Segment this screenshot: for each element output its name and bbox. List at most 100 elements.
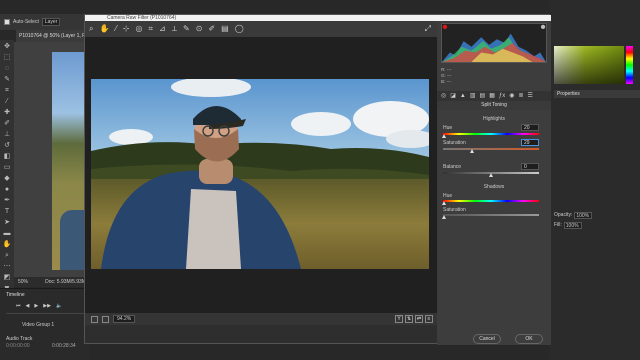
zoom-level-select[interactable]: 94.2% [113, 315, 136, 323]
crop-icon[interactable]: ⌗ [148, 21, 153, 37]
status-zoom: 50% [18, 279, 29, 285]
gradient-tool-icon[interactable]: ▭ [3, 163, 12, 172]
properties-tab[interactable]: Properties [554, 90, 640, 98]
video-group-label: Video Group 1 [22, 322, 55, 328]
shape-tool-icon[interactable]: ▬ [3, 229, 12, 238]
audio-icon[interactable]: 🔈 [56, 303, 62, 309]
color-sampler-icon[interactable]: ⊹ [123, 21, 130, 37]
marquee-tool-icon[interactable]: ⬚ [3, 53, 12, 62]
pen-tool-icon[interactable]: ✒ [3, 196, 12, 205]
opacity-label: Opacity: [554, 212, 573, 218]
highlights-hue-slider[interactable] [443, 133, 539, 135]
dialog-toolbar: ⌕ ✋ ⁄ ⊹ ◎ ⌗ ⊿ ⟂ ✎ ⊙ ✐ ▤ ◯ ⤢ [85, 21, 437, 37]
adjustment-brush-icon[interactable]: ✐ [208, 21, 215, 37]
panel-title: Split Toning [437, 101, 551, 110]
image-preview[interactable] [85, 37, 437, 313]
b-value: --- [446, 79, 452, 84]
crop-tool-icon[interactable]: ⌗ [3, 86, 12, 95]
hand-icon[interactable]: ✋ [99, 21, 109, 37]
zoom-icon[interactable]: ⌕ [89, 21, 93, 37]
preview-toggle-icon[interactable]: ≡ [425, 315, 433, 323]
go-to-first-frame-icon[interactable]: ⏮ [16, 303, 21, 309]
layer-select[interactable]: Layer [41, 18, 61, 26]
toolbar: ✥ ⬚ ◌ ✎ ⌗ ⁄ ✚ ✐ ⊥ ↺ ◧ ▭ ◆ ● ✒ T ➤ ▬ ✋ ⌕ … [0, 40, 14, 303]
layer-opacity-controls: Opacity: 100% Fill: 100% [554, 210, 640, 240]
lens-corrections-icon[interactable]: ▦ [489, 91, 495, 101]
audio-track-label: Audio Track [6, 336, 33, 342]
presets-icon[interactable]: ≣ [518, 91, 523, 101]
quick-select-icon[interactable]: ✎ [3, 75, 12, 84]
color-swatches-icon[interactable]: ◩ [3, 273, 12, 282]
dodge-tool-icon[interactable]: ● [3, 185, 12, 194]
next-frame-icon[interactable]: ▶▶ [43, 303, 51, 309]
white-balance-icon[interactable]: ⁄ [115, 21, 116, 37]
tone-curve-icon[interactable]: ◪ [450, 91, 456, 101]
shadows-heading: Shadows [483, 184, 505, 190]
target-adjust-icon[interactable]: ◎ [136, 21, 143, 37]
highlights-saturation-thumb[interactable] [470, 149, 474, 153]
balance-field[interactable]: 0 [521, 163, 539, 170]
adjustment-sidebar: R: --- G: --- B: --- ◎ ◪ ▲ ▥ ▤ ▦ ƒx ◉ ≣ … [437, 21, 551, 345]
stamp-tool-icon[interactable]: ⊥ [3, 130, 12, 139]
options-bar: Auto-Select Layer [0, 14, 90, 30]
r-value: --- [446, 67, 452, 72]
shadows-saturation-label: Saturation [443, 207, 466, 213]
fill-field[interactable]: 100% [563, 221, 582, 229]
highlights-saturation-slider[interactable] [443, 148, 539, 150]
path-select-icon[interactable]: ➤ [3, 218, 12, 227]
document-tab[interactable]: P1010764 @ 50% (Layer 1, RGB/8) [16, 30, 90, 42]
basic-panel-icon[interactable]: ◎ [441, 91, 446, 101]
hue-slider[interactable] [626, 46, 633, 84]
eyedropper-icon[interactable]: ⁄ [3, 97, 12, 106]
zoom-tool-icon[interactable]: ⌕ [3, 251, 12, 260]
move-tool-icon[interactable]: ✥ [3, 42, 12, 51]
previous-frame-icon[interactable]: ◀ [26, 303, 30, 309]
swap-before-after-icon[interactable]: ⇅ [405, 315, 413, 323]
opacity-field[interactable]: 100% [574, 211, 593, 219]
type-tool-icon[interactable]: T [3, 207, 12, 216]
detail-panel-icon[interactable]: ▲ [460, 91, 466, 101]
effects-panel-icon[interactable]: ƒx [499, 91, 505, 101]
ok-button[interactable]: OK [515, 334, 543, 344]
split-toning-icon[interactable]: ▤ [480, 91, 486, 101]
lasso-tool-icon[interactable]: ◌ [3, 64, 12, 73]
copy-settings-icon[interactable]: ⇄ [415, 315, 423, 323]
red-eye-icon[interactable]: ⊙ [196, 21, 203, 37]
camera-calibration-icon[interactable]: ◉ [509, 91, 514, 101]
radial-filter-icon[interactable]: ◯ [235, 21, 244, 37]
auto-select-checkbox[interactable] [4, 19, 10, 25]
zoom-out-icon[interactable] [91, 315, 98, 323]
shadows-saturation-slider[interactable] [443, 214, 539, 216]
more-tools-icon[interactable]: ⋯ [3, 262, 12, 271]
highlights-saturation-field[interactable]: 29 [521, 139, 539, 146]
snapshots-icon[interactable]: ☰ [528, 91, 533, 101]
transform-icon[interactable]: ⟂ [172, 21, 177, 37]
balance-thumb[interactable] [489, 173, 493, 177]
zoom-in-icon[interactable] [102, 315, 109, 323]
history-brush-icon[interactable]: ↺ [3, 141, 12, 150]
color-picker-field[interactable] [554, 46, 624, 84]
brush-tool-icon[interactable]: ✐ [3, 119, 12, 128]
highlights-hue-thumb[interactable] [442, 134, 446, 138]
balance-label: Balance [443, 164, 462, 170]
histogram [441, 23, 547, 63]
hand-tool-icon[interactable]: ✋ [3, 240, 12, 249]
play-icon[interactable]: ▶ [34, 303, 38, 309]
eraser-icon[interactable]: ◧ [3, 152, 12, 161]
straighten-icon[interactable]: ⊿ [159, 21, 166, 37]
shadows-saturation-thumb[interactable] [442, 215, 446, 219]
g-value: --- [447, 73, 452, 78]
shadows-hue-slider[interactable] [443, 200, 539, 202]
shadows-hue-thumb[interactable] [442, 201, 446, 205]
healing-brush-icon[interactable]: ✚ [3, 108, 12, 117]
graduated-filter-icon[interactable]: ▤ [221, 21, 229, 37]
toggle-fullscreen-icon[interactable]: ⤢ [425, 21, 431, 37]
preview-photo [91, 79, 429, 269]
spot-removal-icon[interactable]: ✎ [183, 21, 190, 37]
b-label: B: [441, 79, 446, 84]
blur-tool-icon[interactable]: ◆ [3, 174, 12, 183]
hsl-panel-icon[interactable]: ▥ [470, 91, 476, 101]
highlights-hue-field[interactable]: 20 [521, 124, 539, 131]
before-after-view-icon[interactable]: Y [395, 315, 403, 323]
cancel-button[interactable]: Cancel [473, 334, 501, 344]
